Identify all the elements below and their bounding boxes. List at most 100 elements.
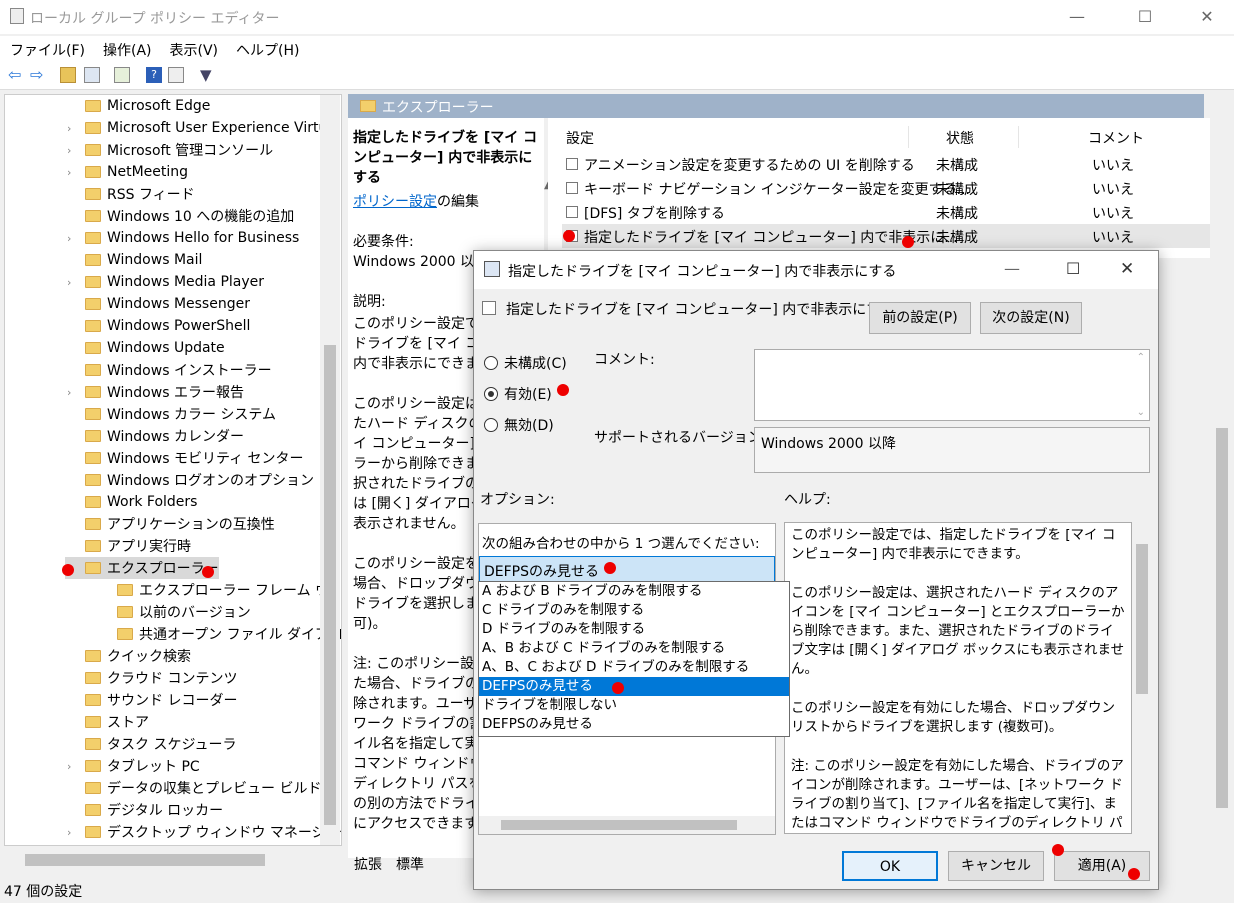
tree-item[interactable]: Windows PowerShell [69,315,250,337]
up-folder-icon[interactable] [60,67,76,83]
tree-item[interactable]: クラウド コンテンツ [69,667,237,689]
tree-scroll-thumb[interactable] [324,345,336,825]
tree-item[interactable]: › Windows Hello for Business [67,227,299,249]
tree-item[interactable]: › デスクトップ ウィンドウ マネージャー [67,821,341,843]
options-hscroll-thumb[interactable] [501,820,737,830]
tree-item[interactable]: › Microsoft 管理コンソール [67,139,273,161]
chevron-icon[interactable]: › [67,826,79,839]
radio-disabled[interactable]: 無効(D) [484,415,554,435]
menu-action[interactable]: 操作(A) [93,36,160,60]
tree-item[interactable]: Windows 10 への機能の追加 [69,205,294,227]
dropdown-option[interactable]: A および B ドライブのみを制限する [479,582,789,601]
tree-item[interactable]: ストア [69,711,149,733]
chevron-icon[interactable]: › [67,276,79,289]
tree-item[interactable]: Windows インストーラー [69,359,272,381]
filter-icon[interactable]: ▼ [200,67,216,83]
radio-circle[interactable] [484,418,498,432]
tree-item[interactable]: › タブレット PC [67,755,200,777]
comment-field[interactable]: ⌃ ⌄ [754,349,1150,421]
radio-enabled[interactable]: 有効(E) [484,384,552,404]
column-state[interactable]: 状態 [946,128,974,148]
tree-item[interactable]: アプリ実行時 [69,535,191,557]
settings-row[interactable]: キーボード ナビゲーション インジケーター設定を変更する... 未構成 いいえ [562,176,1210,200]
minimize-button[interactable]: — [1054,0,1100,34]
dropdown-option[interactable]: D ドライブのみを制限する [479,620,789,639]
help-vertical-scrollbar[interactable] [1133,522,1151,834]
settings-row[interactable]: アニメーション設定を変更するための UI を削除する 未構成 いいえ [562,152,1210,176]
tree-item[interactable]: タスク スケジューラ [69,733,236,755]
dialog-minimize-button[interactable]: — [1004,259,1020,278]
tree-item[interactable]: Windows ログオンのオプション [69,469,314,491]
tree-item[interactable]: アプリケーションの互換性 [69,513,275,535]
dropdown-option[interactable]: DEFPSのみ見せる [479,715,789,734]
tree-item[interactable]: Microsoft Edge [69,95,210,117]
tree-item[interactable]: RSS フィード [69,183,195,205]
tree-vertical-scrollbar[interactable] [320,95,340,845]
column-setting[interactable]: 設定 [566,128,594,148]
chevron-icon[interactable]: › [67,760,79,773]
policy-settings-link[interactable]: ポリシー設定 [353,194,437,210]
tree-item[interactable]: データの収集とプレビュー ビルド [69,777,321,799]
tree-item[interactable]: デジタル ロッカー [69,799,223,821]
ok-button[interactable]: OK [842,851,938,881]
maximize-button[interactable]: ☐ [1122,0,1168,34]
dropdown-option[interactable]: DEFPSのみ見せる [479,677,789,696]
settings-row[interactable]: 指定したドライブを [マイ コンピューター] 内で非表示に... 未構成 いいえ [562,224,1210,248]
next-setting-button[interactable]: 次の設定(N) [980,302,1082,334]
tree-item[interactable]: › Microsoft User Experience Virtua [67,117,336,139]
settings-row[interactable]: [DFS] タブを削除する 未構成 いいえ [562,200,1210,224]
tree-item[interactable]: デスクトップ ガジェット [69,843,265,845]
chevron-icon[interactable]: › [67,166,79,179]
tree-item[interactable]: 以前のバージョン [101,601,251,623]
tab-standard[interactable]: 標準 [396,854,424,874]
cancel-button[interactable]: キャンセル [948,851,1044,881]
chevron-icon[interactable]: › [67,122,79,135]
tree-item[interactable]: クイック検索 [69,645,191,667]
chevron-icon[interactable]: › [67,386,79,399]
properties-icon[interactable] [168,67,184,83]
options-hscrollbar[interactable] [479,816,775,834]
back-icon[interactable]: ⇦ [8,67,24,83]
dropdown-option[interactable]: C ドライブのみを制限する [479,601,789,620]
tree-item[interactable]: Windows Mail [69,249,202,271]
close-button[interactable]: ✕ [1184,0,1230,34]
menu-help[interactable]: ヘルプ(H) [226,36,307,60]
tree-item[interactable]: Windows Messenger [69,293,250,315]
chevron-icon[interactable]: › [67,232,79,245]
menu-view[interactable]: 表示(V) [160,36,227,60]
drive-options-dropdown[interactable]: A および B ドライブのみを制限する C ドライブのみを制限する D ドライブのみ… [478,581,790,737]
settings-scroll-thumb[interactable] [1216,428,1228,808]
tree-item[interactable]: ⌄エクスプローラー [65,557,219,579]
tree-item[interactable]: › Windows エラー報告 [67,381,244,403]
tree-item[interactable]: Windows モビリティ センター [69,447,304,469]
prev-setting-button[interactable]: 前の設定(P) [869,302,971,334]
help-scroll-thumb[interactable] [1136,544,1148,694]
radio-not-configured[interactable]: 未構成(C) [484,353,567,373]
chevron-down-icon[interactable]: ⌄ [1137,407,1145,418]
tab-extended[interactable]: 拡張 [354,854,382,874]
radio-circle[interactable] [484,356,498,370]
dropdown-option[interactable]: ドライブを制限しない [479,696,789,715]
dialog-maximize-button[interactable]: ☐ [1066,259,1080,278]
tree-item[interactable]: サウンド レコーダー [69,689,237,711]
tree-item[interactable]: › NetMeeting [67,161,188,183]
tree-item[interactable]: › Windows Media Player [67,271,264,293]
help-icon[interactable]: ? [146,67,162,83]
dialog-close-button[interactable]: ✕ [1120,259,1134,279]
chevron-up-icon[interactable]: ⌃ [1137,352,1145,363]
tree-item[interactable]: 共通オープン ファイル ダイアログ [101,623,341,645]
forward-icon[interactable]: ⇨ [30,67,46,83]
show-hide-tree-icon[interactable] [84,67,100,83]
tree-item[interactable]: Work Folders [69,491,197,513]
radio-circle-checked[interactable] [484,387,498,401]
dropdown-option[interactable]: A、B、C および D ドライブのみを制限する [479,658,789,677]
settings-vertical-scrollbar[interactable] [1212,118,1232,858]
menu-file[interactable]: ファイル(F) [0,36,93,60]
tree-hscroll-thumb[interactable] [25,854,265,866]
column-comment[interactable]: コメント [1088,128,1144,148]
tree-item[interactable]: Windows カラー システム [69,403,276,425]
chevron-icon[interactable]: › [67,144,79,157]
tree-horizontal-scrollbar[interactable] [5,850,341,870]
tree-item[interactable]: Windows カレンダー [69,425,244,447]
tree-item[interactable]: Windows Update [69,337,225,359]
